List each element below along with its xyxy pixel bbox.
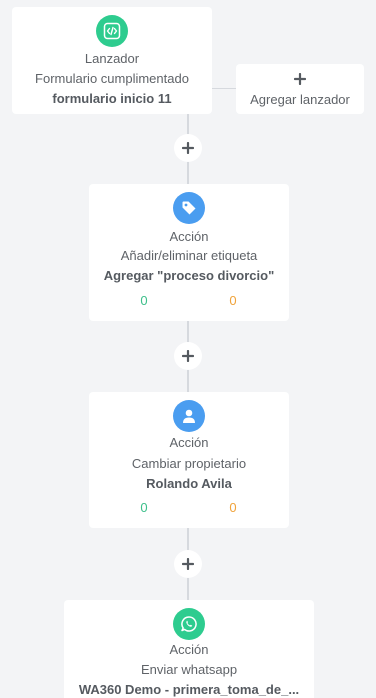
action-card-owner[interactable]: Acción Cambiar propietario Rolando Avila…	[89, 392, 289, 528]
plus-icon	[182, 350, 194, 362]
add-trigger-button[interactable]: Agregar lanzador	[236, 64, 364, 114]
whatsapp-icon	[173, 608, 205, 640]
plus-icon	[293, 72, 307, 90]
tag-icon	[173, 192, 205, 224]
add-step-button[interactable]	[174, 342, 202, 370]
action-detail-label: WA360 Demo - primera_toma_de_...	[78, 682, 300, 697]
trigger-type-label: Lanzador	[84, 51, 140, 66]
pending-count[interactable]: 0	[213, 293, 253, 309]
trigger-card[interactable]: Lanzador Formulario cumplimentado formul…	[12, 7, 212, 114]
action-detail-label: Agregar "proceso divorcio"	[103, 268, 275, 283]
code-icon	[96, 15, 128, 47]
action-card-tag[interactable]: Acción Añadir/eliminar etiqueta Agregar …	[89, 184, 289, 321]
add-step-button[interactable]	[174, 134, 202, 162]
action-type-label: Acción	[169, 229, 209, 244]
action-detail-label: Rolando Avila	[146, 476, 232, 491]
action-name-label: Enviar whatsapp	[140, 662, 238, 677]
trigger-event-label: Formulario cumplimentado	[35, 71, 189, 86]
success-count[interactable]: 0	[124, 293, 164, 309]
pending-count[interactable]: 0	[213, 500, 253, 516]
add-step-button[interactable]	[174, 550, 202, 578]
workflow-canvas: Lanzador Formulario cumplimentado formul…	[0, 0, 376, 698]
action-type-label: Acción	[169, 435, 209, 450]
action-type-label: Acción	[169, 642, 209, 657]
user-icon	[173, 400, 205, 432]
action-card-whatsapp[interactable]: Acción Enviar whatsapp WA360 Demo - prim…	[64, 600, 314, 698]
plus-icon	[182, 142, 194, 154]
action-name-label: Cambiar propietario	[131, 456, 247, 471]
trigger-detail-label: formulario inicio 11	[52, 91, 172, 106]
action-name-label: Añadir/eliminar etiqueta	[120, 248, 258, 263]
add-trigger-label: Agregar lanzador	[250, 92, 350, 107]
plus-icon	[182, 558, 194, 570]
success-count[interactable]: 0	[124, 500, 164, 516]
trigger-branch-line	[212, 88, 236, 89]
